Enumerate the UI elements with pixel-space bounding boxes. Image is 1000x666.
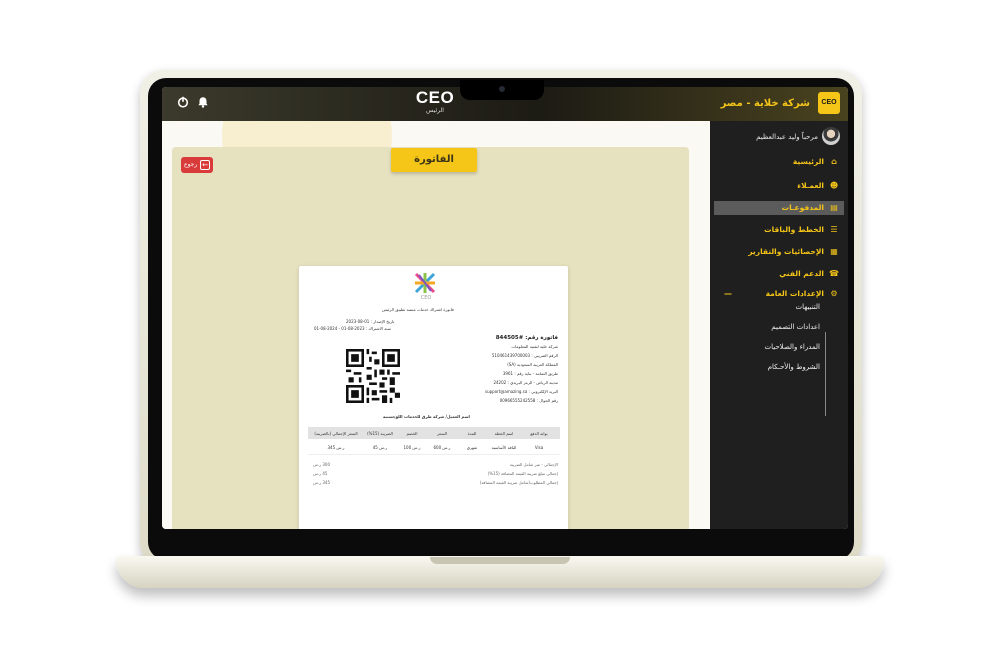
- table-cell: الباقة الأساسية: [491, 445, 517, 450]
- company-line: مدينة الرياض - الرمز البريدي : 24202: [493, 380, 558, 385]
- sidebar: مرحباً وليد عبدالعظيم ⌂ الرئيسية ☻ العمـ…: [710, 121, 848, 529]
- camera-dot: [499, 86, 505, 92]
- summary-value: 345 ر.س: [313, 480, 330, 485]
- sidebar-item-label: الإعدادات العامة: [765, 289, 824, 298]
- summary-label: الإجمالي - غير شامل الضريبة: [509, 462, 558, 467]
- sidebar-item-label: الدعم الفني: [779, 269, 824, 278]
- table-cell: 100 ر.س: [403, 445, 421, 450]
- sidebar-item-clients[interactable]: ☻ العمـلاء: [714, 179, 844, 193]
- invoice-table: بوابة الدفع اسم الخطة المدة السعر الخصم …: [308, 427, 560, 455]
- laptop-groove: [430, 557, 570, 564]
- table-header-cell: الضريبة (15%): [367, 431, 393, 436]
- sidebar-item-home[interactable]: ⌂ الرئيسية: [714, 155, 844, 169]
- submenu-item-design[interactable]: اعدادات التصميم: [771, 323, 820, 331]
- main-content: الفاتورة رجوع ← CEO فاتورة اشتراك خدمات …: [162, 121, 710, 529]
- brand-subtitle: الرئيس: [426, 107, 444, 114]
- sidebar-item-label: العمـلاء: [797, 181, 824, 190]
- issue-date: تاريخ الإصدار : 01-08-2023: [346, 319, 395, 324]
- submenu-item-terms[interactable]: الشروط والأحـكام: [768, 363, 820, 371]
- collapse-icon: —: [724, 289, 732, 298]
- company-line: رقم الجوال : 00966555242558: [499, 398, 558, 403]
- bell-icon[interactable]: [196, 96, 210, 110]
- subscription-year: سنة الاشتراك : 2023-08-01 - 2024-08-01: [314, 326, 391, 331]
- summary-value: 300 ر.س: [313, 462, 330, 467]
- report-icon: ▦: [830, 247, 838, 256]
- table-cell: 345 ر.س: [327, 445, 345, 450]
- table-row: Visa الباقة الأساسية شهري 600 ر.س 100 ر.…: [308, 439, 560, 455]
- brand-title: CEO: [415, 88, 455, 107]
- qr-code: [346, 349, 400, 403]
- ceo-logo-icon: [414, 272, 436, 294]
- client-line: اسم العميل/ شركة طرق للخدمات اللوجستية: [383, 414, 470, 419]
- table-header-cell: السعر: [436, 431, 448, 436]
- table-header-cell: بوابة الدفع: [530, 431, 548, 436]
- back-label: رجوع: [184, 161, 198, 168]
- table-header-row: بوابة الدفع اسم الخطة المدة السعر الخصم …: [308, 427, 560, 439]
- payments-icon: ▤: [830, 203, 838, 212]
- sidebar-item-label: المدفوعـات: [781, 203, 824, 212]
- sidebar-item-label: الخطط والباقات: [764, 225, 824, 234]
- company-line: الرقم الضريبي : 510461439700003: [491, 353, 558, 358]
- sidebar-item-label: الرئيسية: [792, 157, 824, 166]
- back-arrow-icon: ←: [200, 160, 210, 170]
- sidebar-item-payments[interactable]: ▤ المدفوعـات: [714, 201, 844, 215]
- summary-label: إجمالي مبلغ ضريبة القيمة المضافة (15%): [487, 471, 558, 476]
- table-cell: شهري: [466, 445, 478, 450]
- sidebar-item-plans[interactable]: ☰ الخطط والباقات: [714, 223, 844, 237]
- settings-icon: ⚙: [830, 289, 838, 298]
- summary-label: إجمالي المطلوب(شامل ضريبة القيمة المضافة…: [479, 480, 558, 485]
- laptop-mockup: CEO الرئيس شركة خلاية - مصر CEO الفاتورة…: [0, 0, 1000, 666]
- avatar[interactable]: [822, 127, 840, 145]
- table-header-cell: المدة: [467, 431, 477, 436]
- sidebar-item-support[interactable]: ☎ الدعم الفني: [714, 267, 844, 281]
- sidebar-item-reports[interactable]: ▦ الإحصائيات والتقارير: [714, 245, 844, 259]
- company-line: المملكة العربية السعودية (SA): [507, 362, 558, 367]
- page-title: الفاتورة: [391, 148, 477, 172]
- table-cell: 600 ر.س: [433, 445, 451, 450]
- submenu-item-notifications[interactable]: التنبيهات: [796, 303, 820, 311]
- company-name: شركة خلاية - مصر: [720, 98, 810, 109]
- users-icon: ☻: [829, 181, 839, 190]
- company-line: طريق الثمامة - بناية رقم : 3961: [502, 371, 558, 376]
- summary-value: 45 ر.س: [313, 471, 328, 476]
- company-line: شركة خلية لتقنية المعلومات: [511, 344, 558, 349]
- submenu-item-admins[interactable]: المدراء والصلاحيات: [764, 343, 820, 351]
- table-header-cell: الخصم: [406, 431, 418, 436]
- company-logo: CEO: [818, 92, 840, 114]
- sidebar-item-label: الإحصائيات والتقارير: [748, 247, 824, 256]
- list-icon: ☰: [830, 225, 838, 234]
- sidebar-item-settings[interactable]: ⚙ الإعدادات العامة —: [714, 287, 844, 301]
- back-button[interactable]: رجوع ←: [181, 157, 213, 173]
- submenu-divider: [825, 332, 826, 416]
- invoice-paper: CEO فاتورة اشتراك خدمات منصة تطبيق الرئي…: [299, 266, 568, 529]
- user-greeting: مرحباً وليد عبدالعظيم: [756, 133, 818, 141]
- table-cell: 45 ر.س: [372, 445, 388, 450]
- home-icon: ⌂: [831, 157, 837, 166]
- power-icon[interactable]: [176, 96, 190, 110]
- app-screen: CEO الرئيس شركة خلاية - مصر CEO الفاتورة…: [162, 87, 848, 529]
- invoice-number: فاتورة رقم: #844505: [495, 335, 558, 341]
- table-header-cell: اسم الخطة: [494, 431, 514, 436]
- table-header-cell: السعر الإجمالي (بالضريبة): [314, 431, 358, 436]
- subscription-title: فاتورة اشتراك خدمات منصة تطبيق الرئيس: [382, 307, 454, 312]
- table-cell: Visa: [534, 445, 544, 450]
- company-line: البريد الإلكتروني : support@amazing.sa: [485, 389, 558, 394]
- brand-block: CEO الرئيس: [405, 89, 465, 115]
- invoice-logo-text: CEO: [420, 295, 432, 301]
- support-icon: ☎: [829, 269, 839, 278]
